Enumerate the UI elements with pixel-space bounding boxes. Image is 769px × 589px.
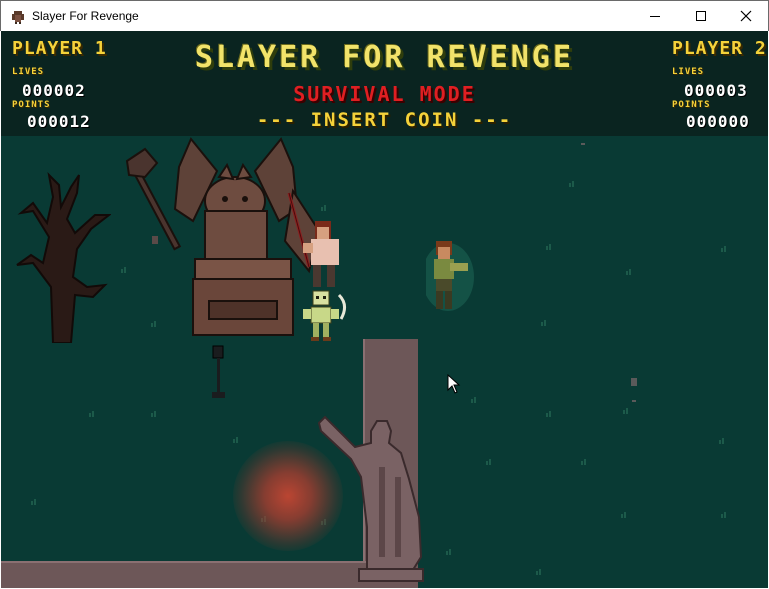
title-bar: Slayer For Revenge — [0, 0, 769, 31]
app-icon — [10, 9, 26, 25]
hud-bar: PLAYER 1 LIVES 000002 POINTS 000012 SLAY… — [1, 31, 768, 136]
close-button[interactable] — [723, 1, 769, 31]
player2-points-value: 000000 — [686, 112, 750, 131]
player2-points-label: POINTS — [672, 100, 711, 110]
lamp-post — [212, 345, 225, 398]
player2-lives-label: LIVES — [672, 67, 705, 77]
stone-marker — [152, 236, 158, 244]
stone-maiden-statue — [317, 415, 424, 582]
close-icon — [740, 10, 752, 22]
player2-label: PLAYER 2 — [672, 38, 767, 59]
window-title: Slayer For Revenge — [32, 9, 139, 23]
minimize-icon — [650, 16, 660, 17]
skeleton-enemy — [303, 290, 346, 341]
insert-coin-label: --- INSERT COIN --- — [256, 109, 513, 131]
player-hero-sword — [287, 192, 339, 287]
dead-tree — [16, 172, 111, 343]
stone-marker — [631, 378, 637, 402]
zombie-villager — [426, 241, 474, 311]
mouse-cursor-icon — [447, 374, 461, 394]
game-title: SLAYER FOR REVENGE — [194, 40, 575, 75]
maximize-button[interactable] — [678, 1, 724, 31]
player2-lives-value: 000003 — [684, 81, 748, 100]
minimize-button[interactable] — [632, 1, 678, 31]
maximize-icon — [696, 11, 706, 21]
game-mode-label: SURVIVAL MODE — [293, 82, 476, 106]
game-viewport[interactable]: PLAYER 1 LIVES 000002 POINTS 000012 SLAY… — [1, 31, 768, 588]
